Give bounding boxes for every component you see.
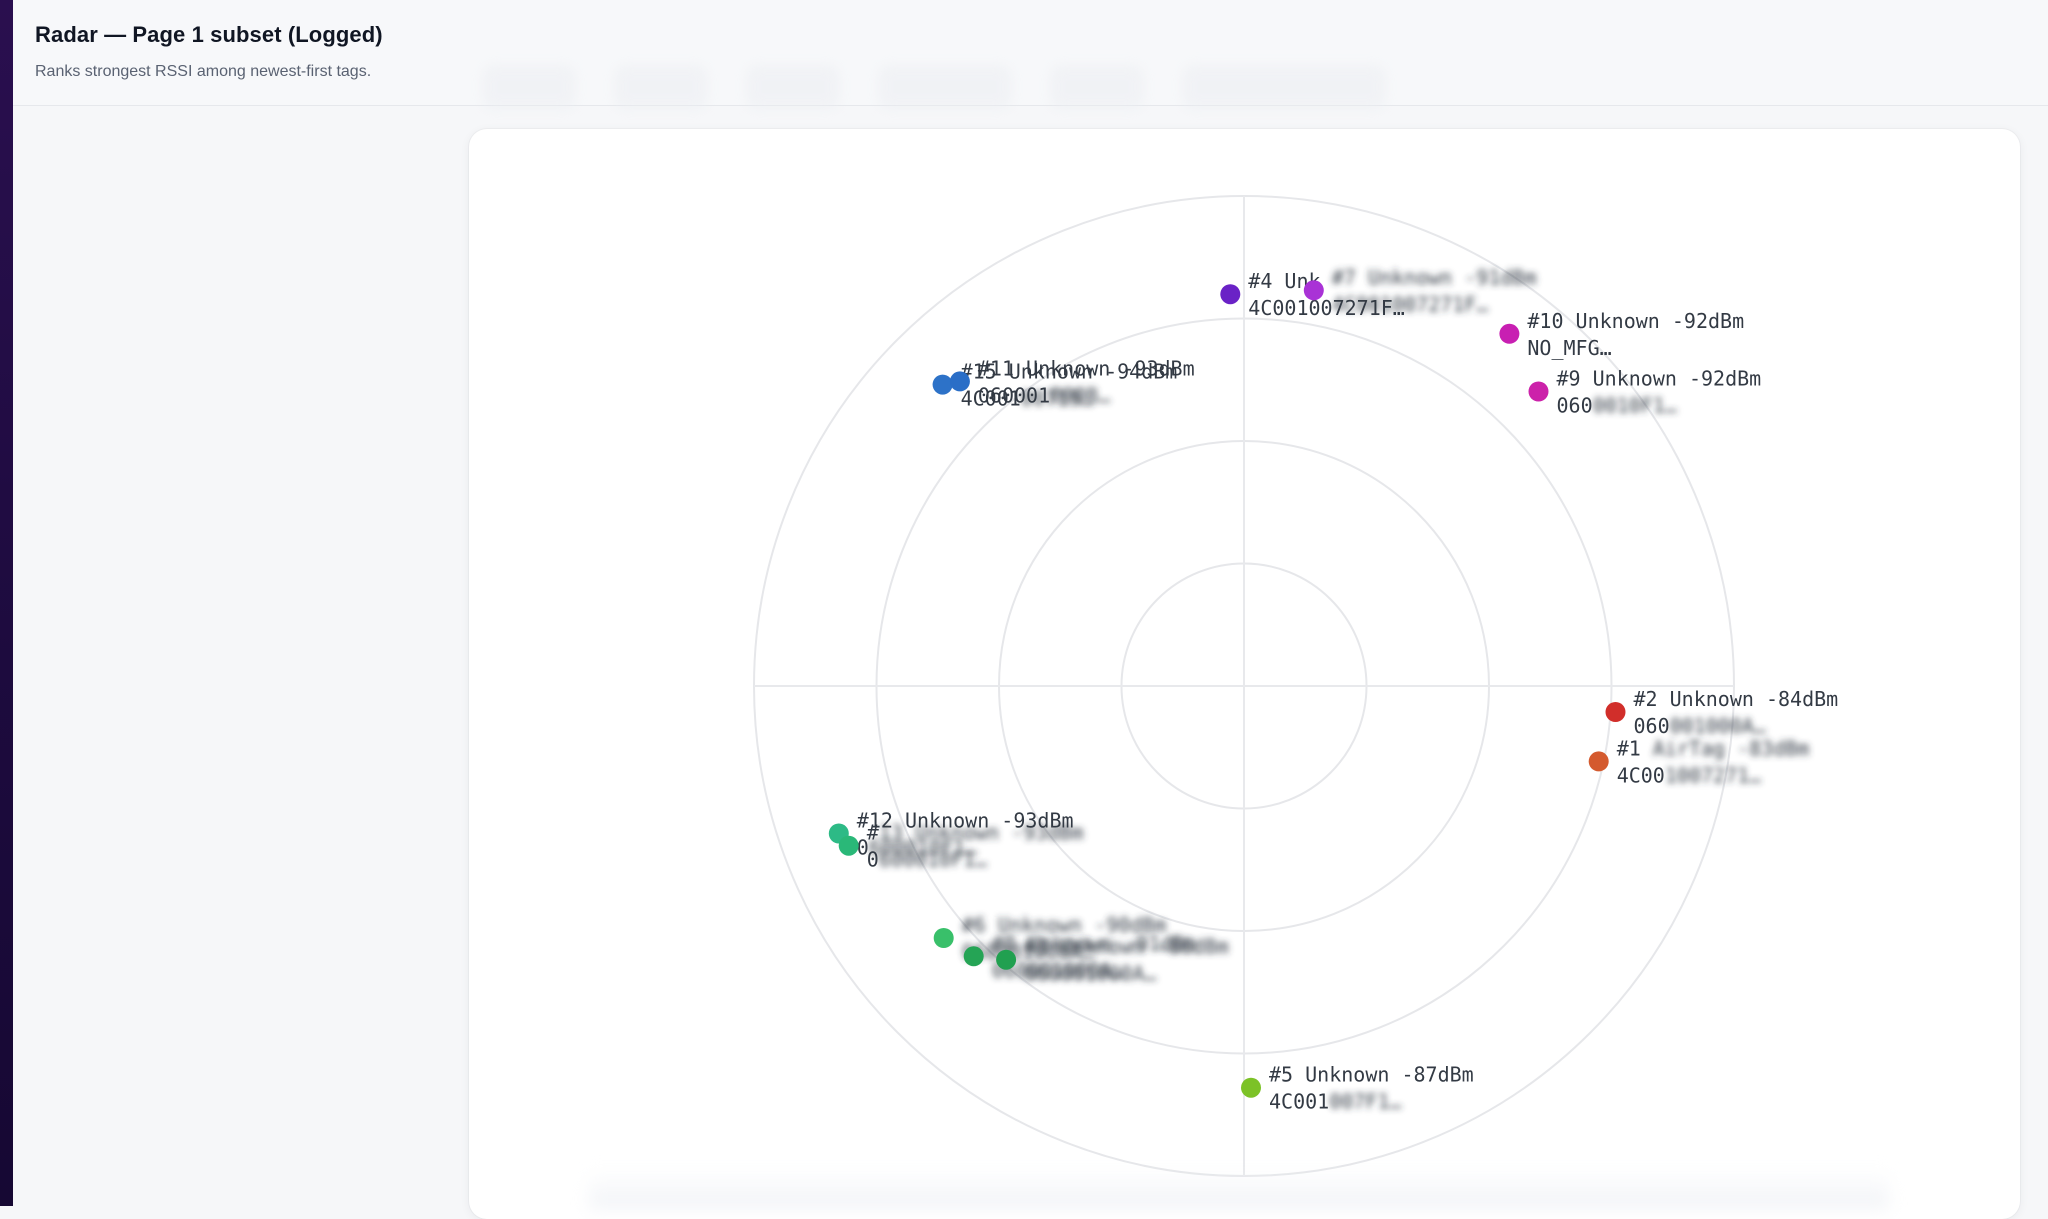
bottom-shadow: [589, 1169, 1889, 1209]
tag-dot[interactable]: [1241, 1077, 1261, 1098]
tag-label-redacted: #7 Unknown -91dBm: [1332, 265, 1537, 289]
radar-card: #4 Unk 4C001007271F… #7 Unknown -91dBm 4C00…: [469, 129, 2020, 1219]
tag-dot[interactable]: [963, 946, 984, 967]
blurred-control[interactable]: [1183, 66, 1385, 108]
tag-id: 060001: [978, 383, 1050, 407]
blurred-control[interactable]: [615, 66, 707, 108]
tag-id: 060: [1557, 394, 1593, 418]
blurred-control[interactable]: [879, 66, 1011, 108]
tag-label: #2 Unknown -84dBm: [1634, 687, 1839, 711]
tag-id-redacted: 001000A…: [1670, 714, 1766, 738]
tag-dot[interactable]: [1605, 702, 1626, 722]
tag-dot[interactable]: [996, 949, 1017, 970]
app-window: Radar — Page 1 subset (Logged) Ranks str…: [0, 0, 2048, 1219]
tag-label-redacted: AirTag -83dBm: [1653, 736, 1810, 760]
tag-dot[interactable]: [1499, 323, 1520, 344]
tag-label: #10 Unknown -92dBm: [1527, 309, 1744, 333]
blurred-control[interactable]: [1051, 66, 1143, 108]
tag-label: #1: [1617, 736, 1641, 760]
tag-id-redacted: 007F1…: [1329, 1090, 1401, 1114]
page-header: Radar — Page 1 subset (Logged) Ranks str…: [13, 0, 2048, 108]
radar-tags: #4 Unk4C001007271F…#7 Unknown -91dBm4C00…: [828, 265, 1839, 1114]
tag-id-redacted: 4C001007271F…: [1332, 292, 1489, 316]
tag-label: #: [867, 821, 879, 845]
tag-label: #5 Unknown -87dBm: [1269, 1063, 1474, 1087]
radar-tag[interactable]: #10 Unknown -92dBm NO_MFG…: [1499, 309, 1744, 360]
blurred-control[interactable]: [483, 66, 575, 108]
tag-dot[interactable]: [1220, 284, 1241, 305]
tag-dot[interactable]: [932, 374, 953, 395]
page-subtitle: Ranks strongest RSSI among newest-first …: [35, 63, 372, 80]
tag-dot[interactable]: [1588, 751, 1609, 772]
tag-id-redacted: 600010F1…: [879, 848, 987, 872]
tag-label: #11 Unknown -93dBm: [978, 356, 1195, 380]
page-title: Radar — Page 1 subset (Logged): [35, 22, 383, 47]
tag-id: NO_MFG…: [1527, 336, 1611, 360]
tag-id: 060: [1634, 714, 1670, 738]
tag-dot[interactable]: [933, 928, 954, 948]
left-nav-rail: [0, 0, 13, 1206]
radar-tag[interactable]: #7 Unknown -91dBm 4C001007271F…: [1303, 265, 1537, 316]
tag-id: 4C001: [1269, 1090, 1329, 1114]
left-pane: [13, 106, 469, 1206]
tag-dot[interactable]: [838, 835, 859, 856]
tag-label: #9 Unknown -92dBm: [1557, 367, 1762, 391]
tag-id-redacted: 060001000A…: [1024, 962, 1156, 986]
radar-tag[interactable]: #5 Unknown -87dBm 4C001 007F1…: [1241, 1063, 1474, 1114]
tag-id-redacted: 000B…: [1050, 383, 1110, 407]
blurred-toolbar: [483, 66, 1385, 110]
tag-id: 0: [867, 848, 879, 872]
radar-tag[interactable]: #9 Unknown -92dBm 060 0010F1…: [1528, 367, 1762, 418]
tag-dot[interactable]: [949, 371, 970, 392]
blurred-control[interactable]: [747, 66, 839, 108]
tag-id: 4C00: [1617, 763, 1665, 787]
radar-tag[interactable]: #2 Unknown -84dBm 060 001000A…: [1605, 687, 1839, 738]
tag-id-redacted: 0010F1…: [1593, 394, 1677, 418]
tag-dot[interactable]: [1528, 381, 1549, 402]
tag-dot[interactable]: [1303, 280, 1324, 301]
tag-id-redacted: 1007271…: [1665, 763, 1761, 787]
radar-plot[interactable]: #4 Unk4C001007271F…#7 Unknown -91dBm4C00…: [469, 129, 2020, 1206]
tag-label-redacted: #3 Unknown -86dBm: [1024, 935, 1229, 959]
radar-tag[interactable]: #1 AirTag -83dBm 4C00 1007271…: [1588, 736, 1810, 787]
tag-label-redacted: 13 Unknown -93dBm: [879, 821, 1084, 845]
